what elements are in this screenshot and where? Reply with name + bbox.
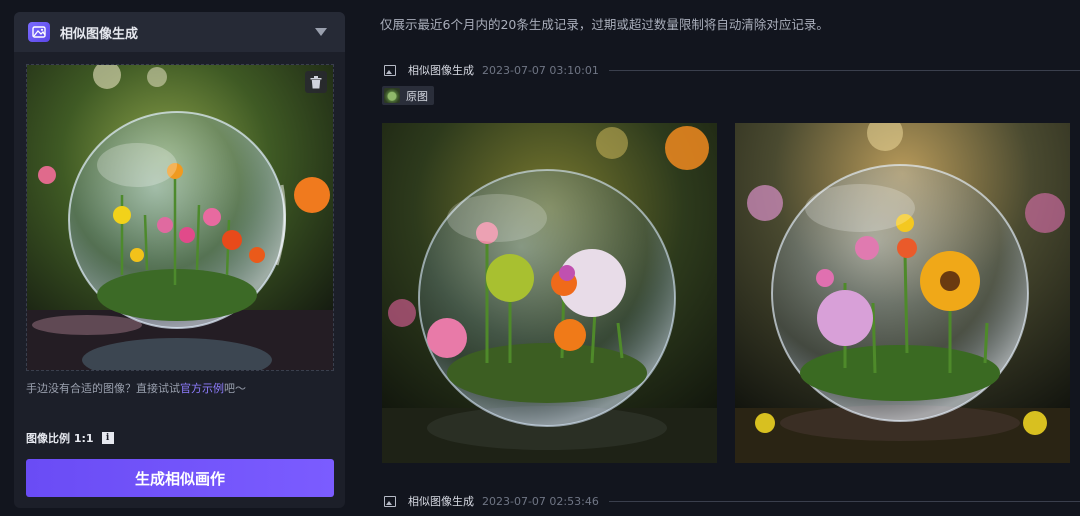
terrarium-bubble-image (27, 65, 333, 370)
original-thumbnail (384, 88, 400, 103)
image-logo-icon (28, 22, 50, 42)
terrarium-result-image-2 (735, 123, 1070, 463)
record-title: 相似图像生成 (408, 64, 474, 77)
result-image-1[interactable] (382, 123, 717, 463)
sample-hint: 手边没有合适的图像？直接试试官方示例吧～ (26, 380, 246, 396)
image-icon (384, 495, 396, 507)
panel-header[interactable]: 相似图像生成 (14, 12, 345, 52)
official-example-link[interactable]: 官方示例 (180, 382, 224, 395)
ratio-label: 图像比例 1:1 (26, 432, 94, 445)
info-icon[interactable]: i (101, 432, 114, 444)
record-header: 相似图像生成 2023-07-07 03:10:01 (384, 62, 1080, 78)
image-ratio: 图像比例 1:1 i (26, 430, 114, 446)
chevron-down-icon[interactable] (315, 28, 327, 36)
terrarium-result-image-1 (382, 123, 717, 463)
generate-button[interactable]: 生成相似画作 (26, 459, 334, 497)
original-label: 原图 (406, 89, 428, 103)
record-time: 2023-07-07 03:10:01 (482, 63, 599, 77)
hint-suffix: 吧～ (224, 382, 246, 395)
result-image-2[interactable] (735, 123, 1070, 463)
image-icon (384, 64, 396, 76)
hint-text: 手边没有合适的图像？直接试试 (26, 382, 180, 395)
divider (608, 69, 1080, 71)
panel-title: 相似图像生成 (60, 26, 139, 42)
delete-image-button[interactable] (305, 71, 327, 93)
uploaded-image-preview (26, 64, 334, 371)
trash-icon (310, 75, 322, 88)
history-notice: 仅展示最近6个月内的20条生成记录，过期或超过数量限制将自动清除对应记录。 (380, 17, 829, 32)
divider (608, 500, 1080, 502)
record-header: 相似图像生成 2023-07-07 02:53:46 (384, 493, 1080, 509)
record-time: 2023-07-07 02:53:46 (482, 494, 599, 508)
original-image-tag[interactable]: 原图 (382, 86, 434, 105)
generator-panel: 相似图像生成 手边没有合适的图像？直接试试官方示例吧～ 图像比例 1:1 i 生… (14, 12, 345, 508)
record-title: 相似图像生成 (408, 495, 474, 508)
